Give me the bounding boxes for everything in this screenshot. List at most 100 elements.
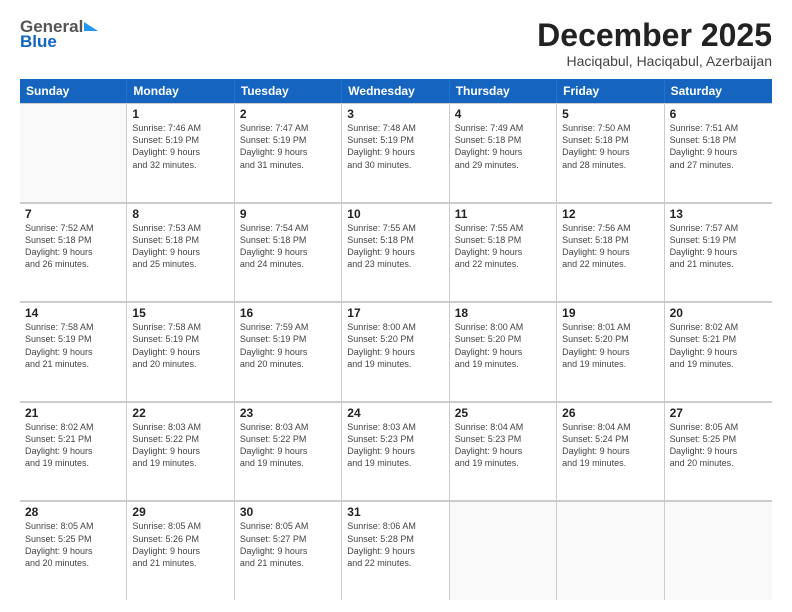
day-number: 25 <box>455 406 551 420</box>
cell-daylight-info: Sunrise: 8:05 AM Sunset: 5:25 PM Dayligh… <box>25 520 121 569</box>
day-number: 29 <box>132 505 228 519</box>
calendar-cell: 10Sunrise: 7:55 AM Sunset: 5:18 PM Dayli… <box>342 203 449 302</box>
day-number: 21 <box>25 406 121 420</box>
header-day-friday: Friday <box>557 79 664 103</box>
day-number: 16 <box>240 306 336 320</box>
calendar-cell: 13Sunrise: 7:57 AM Sunset: 5:19 PM Dayli… <box>665 203 772 302</box>
day-number: 17 <box>347 306 443 320</box>
cell-daylight-info: Sunrise: 7:52 AM Sunset: 5:18 PM Dayligh… <box>25 222 121 271</box>
cell-daylight-info: Sunrise: 7:59 AM Sunset: 5:19 PM Dayligh… <box>240 321 336 370</box>
day-number: 26 <box>562 406 658 420</box>
day-number: 31 <box>347 505 443 519</box>
cell-daylight-info: Sunrise: 8:03 AM Sunset: 5:23 PM Dayligh… <box>347 421 443 470</box>
location-subtitle: Haciqabul, Haciqabul, Azerbaijan <box>537 53 772 69</box>
cell-daylight-info: Sunrise: 7:50 AM Sunset: 5:18 PM Dayligh… <box>562 122 658 171</box>
calendar-body: 1Sunrise: 7:46 AM Sunset: 5:19 PM Daylig… <box>20 103 772 600</box>
cell-daylight-info: Sunrise: 7:58 AM Sunset: 5:19 PM Dayligh… <box>132 321 228 370</box>
cell-daylight-info: Sunrise: 7:58 AM Sunset: 5:19 PM Dayligh… <box>25 321 121 370</box>
day-number: 23 <box>240 406 336 420</box>
day-number: 22 <box>132 406 228 420</box>
cell-daylight-info: Sunrise: 8:03 AM Sunset: 5:22 PM Dayligh… <box>240 421 336 470</box>
calendar-cell: 30Sunrise: 8:05 AM Sunset: 5:27 PM Dayli… <box>235 501 342 600</box>
calendar-cell: 15Sunrise: 7:58 AM Sunset: 5:19 PM Dayli… <box>127 302 234 401</box>
header: General Blue December 2025 Haciqabul, Ha… <box>20 18 772 69</box>
day-number: 5 <box>562 107 658 121</box>
cell-daylight-info: Sunrise: 8:06 AM Sunset: 5:28 PM Dayligh… <box>347 520 443 569</box>
logo-line2: Blue <box>20 33 57 50</box>
day-number: 15 <box>132 306 228 320</box>
calendar-cell: 16Sunrise: 7:59 AM Sunset: 5:19 PM Dayli… <box>235 302 342 401</box>
calendar-cell: 9Sunrise: 7:54 AM Sunset: 5:18 PM Daylig… <box>235 203 342 302</box>
day-number: 27 <box>670 406 767 420</box>
cell-daylight-info: Sunrise: 7:54 AM Sunset: 5:18 PM Dayligh… <box>240 222 336 271</box>
header-day-sunday: Sunday <box>20 79 127 103</box>
calendar-cell <box>557 501 664 600</box>
calendar-cell: 14Sunrise: 7:58 AM Sunset: 5:19 PM Dayli… <box>20 302 127 401</box>
calendar-cell: 22Sunrise: 8:03 AM Sunset: 5:22 PM Dayli… <box>127 402 234 501</box>
cell-daylight-info: Sunrise: 8:04 AM Sunset: 5:23 PM Dayligh… <box>455 421 551 470</box>
calendar-cell: 27Sunrise: 8:05 AM Sunset: 5:25 PM Dayli… <box>665 402 772 501</box>
day-number: 11 <box>455 207 551 221</box>
calendar-cell: 31Sunrise: 8:06 AM Sunset: 5:28 PM Dayli… <box>342 501 449 600</box>
cell-daylight-info: Sunrise: 7:47 AM Sunset: 5:19 PM Dayligh… <box>240 122 336 171</box>
header-day-thursday: Thursday <box>450 79 557 103</box>
calendar-cell: 4Sunrise: 7:49 AM Sunset: 5:18 PM Daylig… <box>450 103 557 202</box>
day-number: 3 <box>347 107 443 121</box>
cell-daylight-info: Sunrise: 8:03 AM Sunset: 5:22 PM Dayligh… <box>132 421 228 470</box>
day-number: 13 <box>670 207 767 221</box>
header-day-saturday: Saturday <box>665 79 772 103</box>
calendar-cell: 26Sunrise: 8:04 AM Sunset: 5:24 PM Dayli… <box>557 402 664 501</box>
header-day-wednesday: Wednesday <box>342 79 449 103</box>
day-number: 30 <box>240 505 336 519</box>
day-number: 20 <box>670 306 767 320</box>
calendar-week-4: 21Sunrise: 8:02 AM Sunset: 5:21 PM Dayli… <box>20 402 772 502</box>
day-number: 7 <box>25 207 121 221</box>
cell-daylight-info: Sunrise: 7:55 AM Sunset: 5:18 PM Dayligh… <box>347 222 443 271</box>
cell-daylight-info: Sunrise: 7:57 AM Sunset: 5:19 PM Dayligh… <box>670 222 767 271</box>
day-number: 18 <box>455 306 551 320</box>
header-day-monday: Monday <box>127 79 234 103</box>
day-number: 14 <box>25 306 121 320</box>
calendar-week-5: 28Sunrise: 8:05 AM Sunset: 5:25 PM Dayli… <box>20 501 772 600</box>
title-area: December 2025 Haciqabul, Haciqabul, Azer… <box>537 18 772 69</box>
calendar-cell: 7Sunrise: 7:52 AM Sunset: 5:18 PM Daylig… <box>20 203 127 302</box>
page: General Blue December 2025 Haciqabul, Ha… <box>0 0 792 612</box>
calendar-cell: 12Sunrise: 7:56 AM Sunset: 5:18 PM Dayli… <box>557 203 664 302</box>
calendar-cell: 25Sunrise: 8:04 AM Sunset: 5:23 PM Dayli… <box>450 402 557 501</box>
cell-daylight-info: Sunrise: 8:02 AM Sunset: 5:21 PM Dayligh… <box>25 421 121 470</box>
calendar-cell: 8Sunrise: 7:53 AM Sunset: 5:18 PM Daylig… <box>127 203 234 302</box>
calendar-cell: 28Sunrise: 8:05 AM Sunset: 5:25 PM Dayli… <box>20 501 127 600</box>
cell-daylight-info: Sunrise: 7:56 AM Sunset: 5:18 PM Dayligh… <box>562 222 658 271</box>
logo: General Blue <box>20 18 98 50</box>
day-number: 12 <box>562 207 658 221</box>
calendar-cell: 21Sunrise: 8:02 AM Sunset: 5:21 PM Dayli… <box>20 402 127 501</box>
calendar-cell: 5Sunrise: 7:50 AM Sunset: 5:18 PM Daylig… <box>557 103 664 202</box>
logo-arrow-icon <box>84 22 98 31</box>
cell-daylight-info: Sunrise: 7:53 AM Sunset: 5:18 PM Dayligh… <box>132 222 228 271</box>
day-number: 10 <box>347 207 443 221</box>
calendar-cell: 1Sunrise: 7:46 AM Sunset: 5:19 PM Daylig… <box>127 103 234 202</box>
day-number: 9 <box>240 207 336 221</box>
calendar-week-3: 14Sunrise: 7:58 AM Sunset: 5:19 PM Dayli… <box>20 302 772 402</box>
cell-daylight-info: Sunrise: 8:02 AM Sunset: 5:21 PM Dayligh… <box>670 321 767 370</box>
day-number: 28 <box>25 505 121 519</box>
cell-daylight-info: Sunrise: 8:05 AM Sunset: 5:27 PM Dayligh… <box>240 520 336 569</box>
calendar-cell: 20Sunrise: 8:02 AM Sunset: 5:21 PM Dayli… <box>665 302 772 401</box>
calendar-cell: 19Sunrise: 8:01 AM Sunset: 5:20 PM Dayli… <box>557 302 664 401</box>
calendar-cell: 24Sunrise: 8:03 AM Sunset: 5:23 PM Dayli… <box>342 402 449 501</box>
calendar-cell: 18Sunrise: 8:00 AM Sunset: 5:20 PM Dayli… <box>450 302 557 401</box>
calendar-cell: 6Sunrise: 7:51 AM Sunset: 5:18 PM Daylig… <box>665 103 772 202</box>
calendar-header: SundayMondayTuesdayWednesdayThursdayFrid… <box>20 79 772 103</box>
cell-daylight-info: Sunrise: 7:48 AM Sunset: 5:19 PM Dayligh… <box>347 122 443 171</box>
cell-daylight-info: Sunrise: 8:00 AM Sunset: 5:20 PM Dayligh… <box>347 321 443 370</box>
calendar: SundayMondayTuesdayWednesdayThursdayFrid… <box>20 79 772 600</box>
day-number: 8 <box>132 207 228 221</box>
header-day-tuesday: Tuesday <box>235 79 342 103</box>
day-number: 2 <box>240 107 336 121</box>
cell-daylight-info: Sunrise: 7:51 AM Sunset: 5:18 PM Dayligh… <box>670 122 767 171</box>
day-number: 4 <box>455 107 551 121</box>
day-number: 6 <box>670 107 767 121</box>
day-number: 1 <box>132 107 228 121</box>
cell-daylight-info: Sunrise: 8:00 AM Sunset: 5:20 PM Dayligh… <box>455 321 551 370</box>
day-number: 24 <box>347 406 443 420</box>
